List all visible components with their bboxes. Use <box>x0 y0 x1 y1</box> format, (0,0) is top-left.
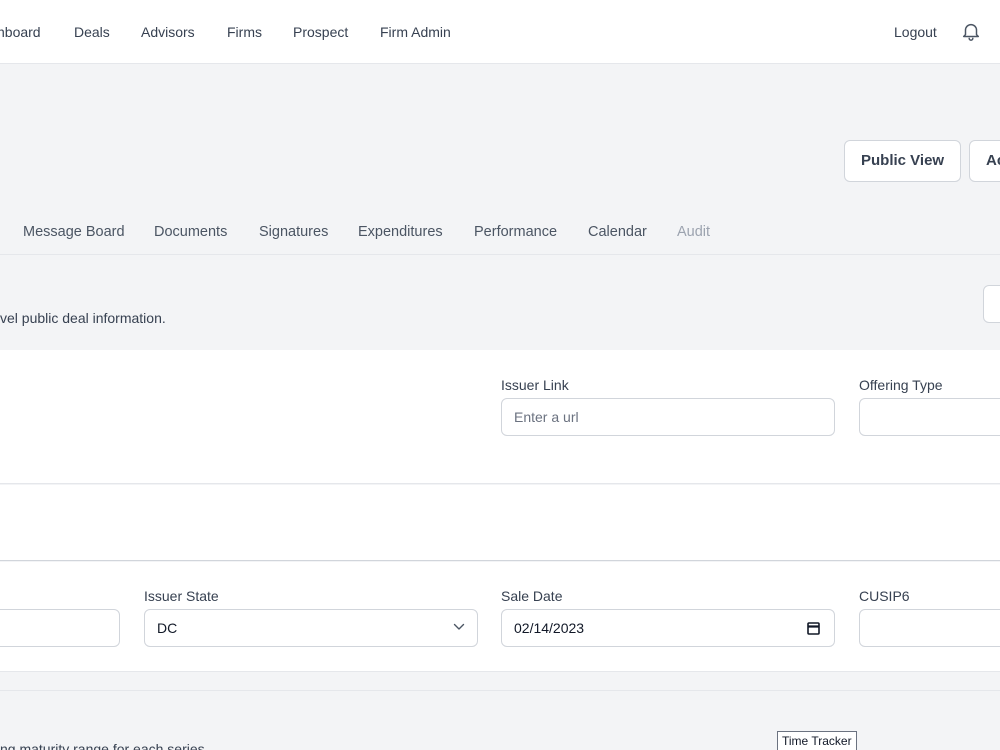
issuer-state-value: DC <box>157 620 178 636</box>
offering-type-select[interactable] <box>859 398 1000 436</box>
action-button[interactable]: Ac <box>969 140 1000 182</box>
issuer-link-label: Issuer Link <box>501 377 569 393</box>
series-description: ng maturity range for each series. <box>0 741 209 750</box>
tab-calendar[interactable]: Calendar <box>588 224 647 240</box>
info-band <box>0 255 1000 350</box>
tab-signatures[interactable]: Signatures <box>259 224 328 240</box>
time-tracker-tooltip: Time Tracker <box>777 731 857 750</box>
issuer-panel <box>0 350 1000 484</box>
public-view-button[interactable]: Public View <box>844 140 961 182</box>
issuer-state-label: Issuer State <box>144 588 219 604</box>
nav-dashboard[interactable]: nboard <box>0 24 41 40</box>
sale-date-value: 02/14/2023 <box>514 620 585 636</box>
nav-prospect[interactable]: Prospect <box>293 24 348 40</box>
cusip6-input[interactable] <box>859 609 1000 647</box>
deal-tabs: Message Board Documents Signatures Expen… <box>0 214 1000 255</box>
offering-type-label: Offering Type <box>859 377 943 393</box>
tab-message-board[interactable]: Message Board <box>23 224 125 240</box>
issuer-link-input[interactable]: Enter a url <box>501 398 835 436</box>
nav-advisors[interactable]: Advisors <box>141 24 195 40</box>
nav-firms[interactable]: Firms <box>227 24 262 40</box>
logout-link[interactable]: Logout <box>894 24 937 40</box>
issuer-name-input[interactable] <box>0 609 120 647</box>
sale-date-label: Sale Date <box>501 588 563 604</box>
nav-deals[interactable]: Deals <box>74 24 110 40</box>
cusip6-label: CUSIP6 <box>859 588 910 604</box>
blank-panel <box>0 485 1000 561</box>
sale-date-input[interactable]: 02/14/2023 <box>501 609 835 647</box>
top-navigation: nboard Deals Advisors Firms Prospect Fir… <box>0 0 1000 64</box>
bell-icon[interactable] <box>960 20 982 42</box>
tab-performance[interactable]: Performance <box>474 224 557 240</box>
tab-expenditures[interactable]: Expenditures <box>358 224 443 240</box>
issuer-state-select[interactable]: DC <box>144 609 478 647</box>
calendar-icon[interactable] <box>807 621 820 635</box>
chevron-down-icon <box>453 623 465 630</box>
nav-firm-admin[interactable]: Firm Admin <box>380 24 451 40</box>
divider <box>0 690 1000 691</box>
tab-documents[interactable]: Documents <box>154 224 227 240</box>
tab-audit[interactable]: Audit <box>677 224 710 240</box>
edit-button[interactable] <box>983 285 1000 323</box>
section-description: vel public deal information. <box>0 310 166 326</box>
